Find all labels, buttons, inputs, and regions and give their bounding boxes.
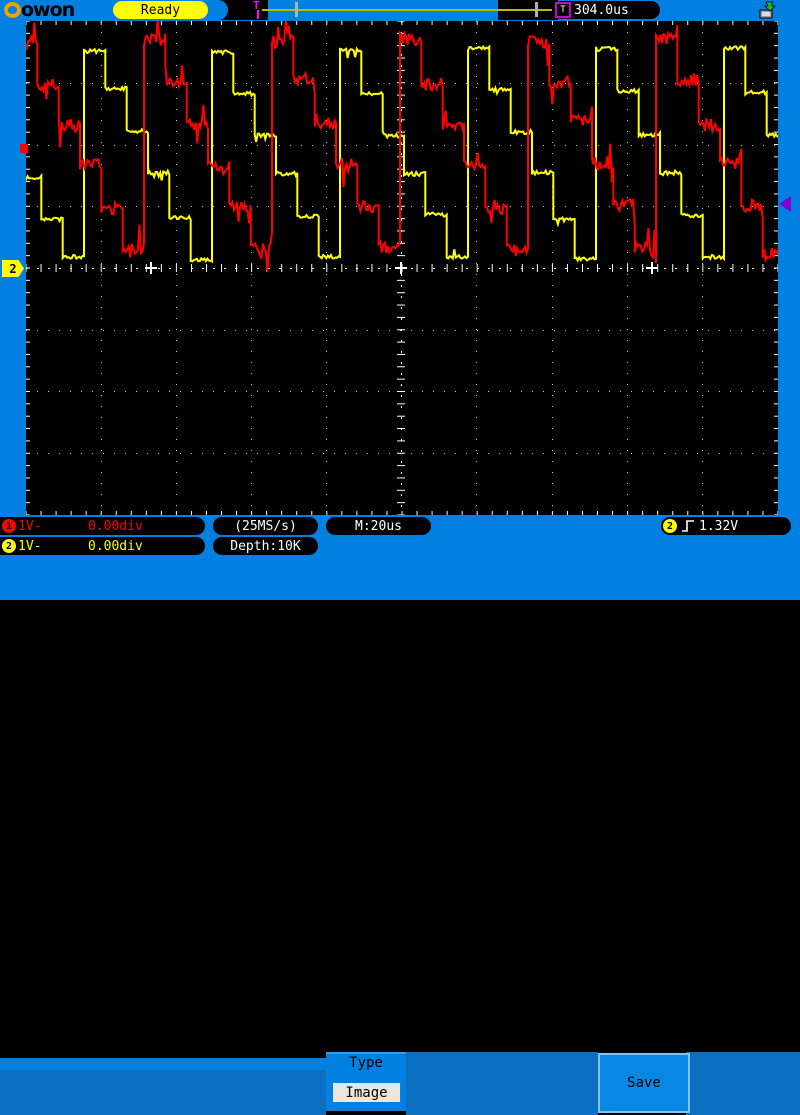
top-status-bar: owon T Ready T304.0us [0, 0, 800, 20]
logo-o-icon [4, 2, 21, 18]
channel-2-ground-marker[interactable]: 2 [2, 260, 24, 277]
memory-window-tick-right [535, 2, 538, 17]
status-badge: Ready [113, 1, 208, 19]
waveform-traces [26, 21, 778, 515]
channel-1-offset: 0.00div [88, 520, 143, 533]
oscilloscope-screen: owon T Ready T304.0us [0, 0, 800, 600]
trigger-level-readout[interactable]: 2 1.32V [661, 517, 791, 535]
usb-save-icon[interactable] [757, 1, 777, 19]
memory-bar-line [262, 9, 552, 11]
save-button[interactable]: Save [598, 1053, 690, 1113]
bottom-bar-shade-upper [0, 1058, 326, 1070]
channel-1-ground-marker[interactable] [20, 144, 28, 153]
waveform-graticule[interactable] [26, 21, 778, 515]
trigger-position-marker-stem [257, 10, 259, 19]
rising-edge-icon [681, 520, 695, 532]
channel-2-badge: 2 [2, 539, 16, 553]
trigger-position-value: 304.0us [574, 4, 629, 17]
channel-2-volts-per-div: 1V- [18, 540, 88, 553]
bottom-bar-shade-mid [406, 1052, 598, 1115]
trigger-level-arrow-icon[interactable] [779, 196, 791, 212]
bottom-bar-shade-right [686, 1052, 800, 1115]
channel-1-trace [26, 21, 778, 272]
channel-1-info[interactable]: 1 1V- 0.00div [0, 517, 205, 535]
channel-1-badge: 1 [2, 519, 16, 533]
save-type-value[interactable]: Image [333, 1083, 400, 1102]
brand-logo: owon [4, 0, 74, 20]
channel-1-volts-per-div: 1V- [18, 520, 88, 533]
timebase-readout[interactable]: M:20us [326, 517, 431, 535]
trigger-source-badge: 2 [663, 519, 677, 533]
save-type-label: Type [326, 1055, 406, 1071]
sample-rate-readout: (25MS/s) [213, 517, 318, 535]
bottom-bar-shade-left [0, 1070, 326, 1115]
memory-window-tick-left [295, 2, 298, 17]
brand-logo-text: owon [21, 1, 74, 19]
channel-2-offset: 0.00div [88, 540, 143, 553]
trigger-t-icon: T [555, 2, 571, 18]
trigger-position-readout: T304.0us [553, 1, 660, 19]
trigger-level-value: 1.32V [699, 520, 738, 533]
memory-depth-readout: Depth:10K [213, 537, 318, 555]
channel-2-info[interactable]: 2 1V- 0.00div [0, 537, 205, 555]
bottom-status-bar: 1 1V- 0.00div 2 1V- 0.00div (25MS/s) Dep… [0, 515, 800, 600]
